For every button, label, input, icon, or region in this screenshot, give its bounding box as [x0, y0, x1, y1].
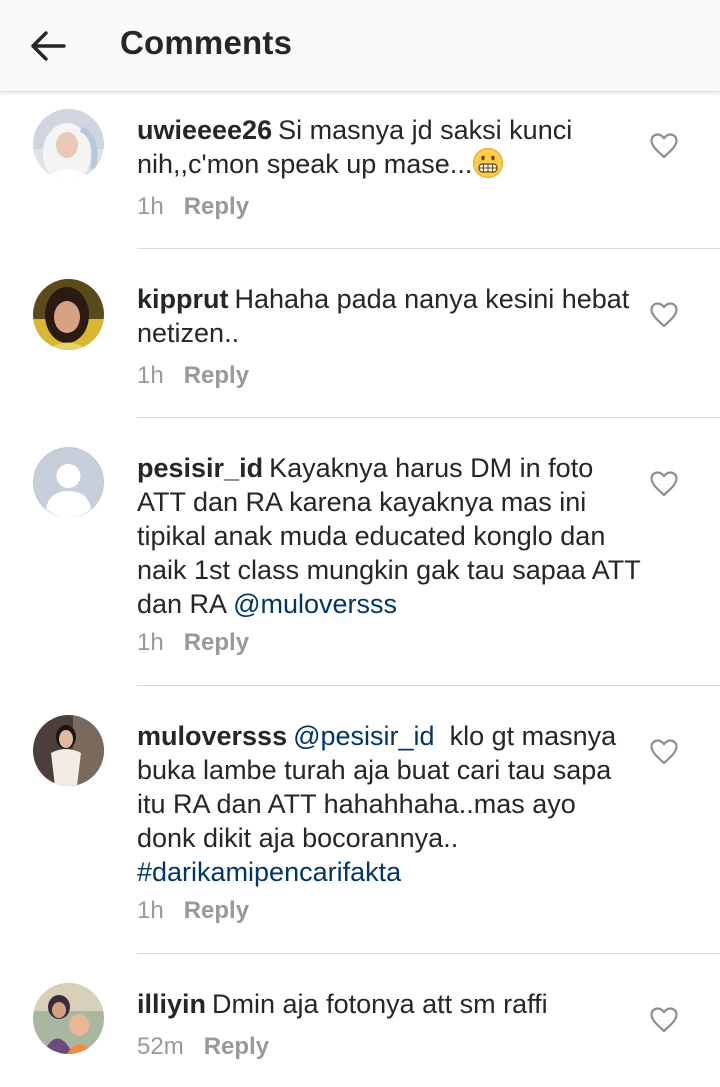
- comment-body: illiyin Dmin aja fotonya att sm raffi: [137, 987, 637, 1021]
- reply-button[interactable]: Reply: [184, 629, 249, 657]
- heart-icon[interactable]: [650, 133, 678, 159]
- comment-text: Dmin aja fotonya att sm raffi: [212, 989, 548, 1019]
- comment-meta: 1h Reply: [137, 362, 249, 390]
- heart-icon[interactable]: [650, 302, 678, 328]
- avatar-photo-icon: [33, 109, 104, 180]
- back-arrow-icon: [31, 31, 66, 61]
- comment-body: uwieeee26 Si masnya jd saksi kunci nih,,c…: [137, 113, 637, 181]
- user-avatar[interactable]: [33, 279, 104, 350]
- comment-mention-link[interactable]: @pesisir_id: [293, 721, 434, 751]
- heart-icon[interactable]: [650, 471, 678, 497]
- comment-timestamp: 1h: [137, 193, 164, 220]
- back-button[interactable]: [22, 20, 74, 72]
- reply-button[interactable]: Reply: [184, 193, 249, 221]
- comment-meta: 52m Reply: [137, 1033, 269, 1061]
- comment-username[interactable]: kipprut: [137, 284, 229, 314]
- comment-username[interactable]: illiyin: [137, 989, 206, 1019]
- comment-timestamp: 1h: [137, 362, 164, 389]
- user-avatar[interactable]: [33, 715, 104, 786]
- page-title: Comments: [120, 24, 293, 61]
- comment-item: illiyin Dmin aja fotonya att sm raffi 52m…: [0, 954, 720, 1087]
- comment-meta: 1h Reply: [137, 629, 249, 657]
- avatar-photo-icon: [33, 983, 104, 1054]
- comment-timestamp: 52m: [137, 1033, 184, 1060]
- grinning-emoji-icon: [473, 148, 504, 178]
- comment-timestamp: 1h: [137, 629, 164, 656]
- comment-timestamp: 1h: [137, 897, 164, 924]
- comment-body: pesisir_id Kayaknya harus DM in foto ATT …: [137, 451, 642, 621]
- reply-button[interactable]: Reply: [204, 1033, 269, 1061]
- comment-meta: 1h Reply: [137, 897, 249, 925]
- user-avatar[interactable]: [33, 447, 104, 518]
- comment-item: kipprut Hahaha pada nanya kesini hebat ne…: [0, 249, 720, 418]
- avatar-photo-icon: [33, 715, 104, 786]
- reply-button[interactable]: Reply: [184, 897, 249, 925]
- top-bar: Comments: [0, 0, 720, 92]
- comment-username[interactable]: uwieeee26: [137, 115, 272, 145]
- comment-username[interactable]: muloversss: [137, 721, 287, 751]
- user-avatar[interactable]: [33, 109, 104, 180]
- comment-body: kipprut Hahaha pada nanya kesini hebat ne…: [137, 282, 637, 350]
- heart-icon[interactable]: [650, 739, 678, 765]
- comment-body: muloversss @pesisir_id klo gt masnya buka…: [137, 719, 637, 889]
- comment-hashtag-link[interactable]: #darikamipencarifakta: [137, 857, 401, 887]
- comment-username[interactable]: pesisir_id: [137, 453, 263, 483]
- heart-icon[interactable]: [650, 1007, 678, 1033]
- comment-item: muloversss @pesisir_id klo gt masnya buka…: [0, 686, 720, 954]
- default-avatar-icon: [33, 447, 104, 518]
- comment-meta: 1h Reply: [137, 193, 249, 221]
- comment-item: pesisir_id Kayaknya harus DM in foto ATT …: [0, 418, 720, 686]
- comment-item: uwieeee26 Si masnya jd saksi kunci nih,,c…: [0, 92, 720, 249]
- reply-button[interactable]: Reply: [184, 362, 249, 390]
- comment-mention-link[interactable]: @muloversss: [233, 589, 397, 619]
- user-avatar[interactable]: [33, 983, 104, 1054]
- avatar-photo-icon: [33, 279, 104, 350]
